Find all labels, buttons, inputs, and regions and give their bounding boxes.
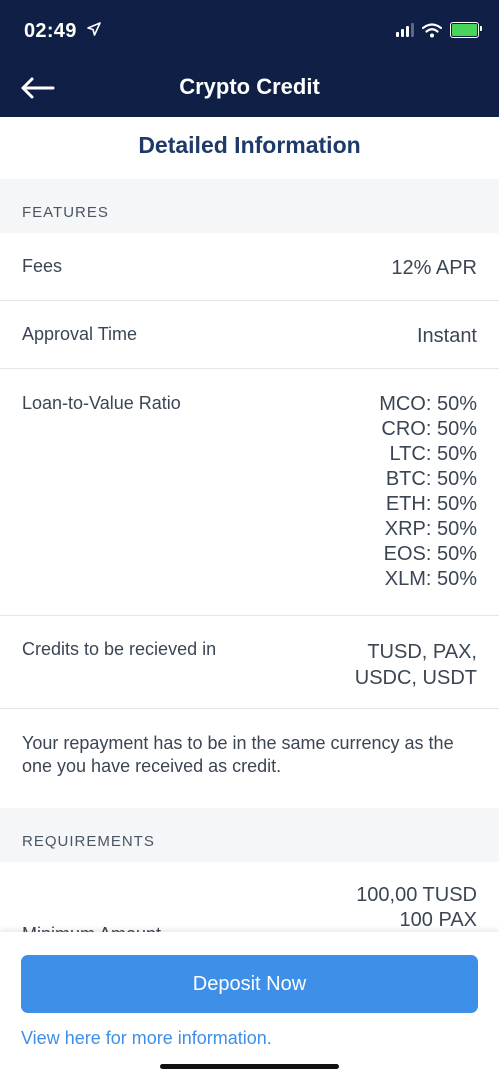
repayment-note-text: Your repayment has to be in the same cur… <box>22 733 454 776</box>
minimum-amount-value: 100 PAX <box>399 909 477 931</box>
fees-row: Fees 12% APR <box>0 233 499 301</box>
ltv-value: EOS: 50% <box>383 543 477 565</box>
approval-time-row: Approval Time Instant <box>0 301 499 369</box>
approval-time-value: Instant <box>416 325 477 347</box>
minimum-amount-value: 100,00 TUSD <box>356 884 477 906</box>
deposit-now-button[interactable]: Deposit Now <box>21 955 478 1013</box>
fees-label: Fees <box>22 256 63 276</box>
ltv-value: ETH: 50% <box>385 493 477 515</box>
ltv-label: Loan-to-Value Ratio <box>22 393 181 413</box>
ltv-value: XLM: 50% <box>384 568 477 590</box>
status-icons <box>396 22 482 38</box>
status-bar: 02:49 <box>0 0 499 60</box>
signal-icon <box>396 23 414 37</box>
section-heading: Detailed Information <box>138 132 361 158</box>
ltv-value: MCO: 50% <box>379 393 477 415</box>
ltv-value: XRP: 50% <box>384 518 477 540</box>
requirements-header: REQUIREMENTS <box>0 808 499 862</box>
location-arrow-icon <box>87 22 101 36</box>
ltv-value: LTC: 50% <box>389 443 477 465</box>
page-title: Crypto Credit <box>179 74 320 99</box>
wifi-icon <box>422 22 442 37</box>
repayment-note: Your repayment has to be in the same cur… <box>0 709 499 809</box>
credits-label: Credits to be recieved in <box>22 639 217 659</box>
more-info-link[interactable]: View here for more information. <box>21 1028 272 1049</box>
credits-value: USDC, USDT <box>354 667 477 689</box>
footer-bar: Deposit Now View here for more informati… <box>0 932 499 1080</box>
credits-row: Credits to be recieved in TUSD, PAX, USD… <box>0 616 499 709</box>
minimum-amount-values: 100,00 TUSD 100 PAX <box>356 883 477 933</box>
approval-time-label: Approval Time <box>22 324 138 344</box>
credits-value: TUSD, PAX, <box>367 641 477 663</box>
credits-values: TUSD, PAX, USDC, USDT <box>355 639 477 691</box>
features-header: FEATURES <box>0 179 499 233</box>
features-header-label: FEATURES <box>22 204 109 221</box>
nav-bar: Crypto Credit <box>0 60 499 117</box>
home-indicator <box>160 1064 339 1069</box>
fees-value: 12% APR <box>391 257 477 279</box>
requirements-header-label: REQUIREMENTS <box>22 833 155 850</box>
ltv-values: MCO: 50% CRO: 50% LTC: 50% BTC: 50% ETH:… <box>379 392 477 592</box>
ltv-value: CRO: 50% <box>381 418 477 440</box>
ltv-row: Loan-to-Value Ratio MCO: 50% CRO: 50% LT… <box>0 369 499 616</box>
ltv-value: BTC: 50% <box>385 468 477 490</box>
status-time: 02:49 <box>24 20 77 42</box>
battery-charging-icon <box>450 22 482 38</box>
